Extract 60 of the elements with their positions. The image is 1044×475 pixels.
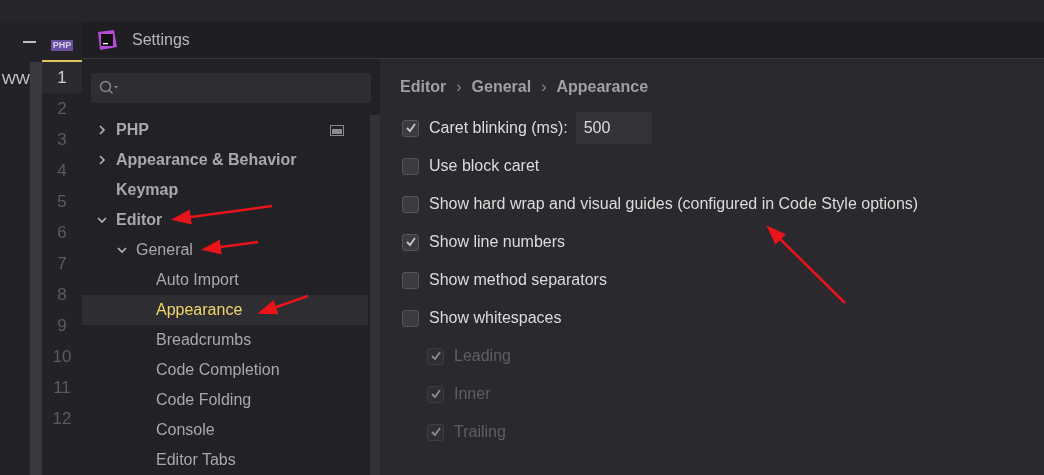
checkbox[interactable] [402, 233, 419, 251]
breadcrumb-separator: › [541, 77, 547, 97]
search-field[interactable] [91, 73, 371, 103]
tree-item[interactable]: Editor [82, 205, 368, 235]
line-number: 4 [56, 159, 68, 182]
search-icon [99, 80, 119, 96]
breadcrumb-separator: › [456, 77, 462, 97]
line-number: 11 [52, 376, 72, 399]
option-label: Show whitespaces [429, 308, 562, 328]
tree-item[interactable]: Code Folding [82, 385, 368, 415]
window-title: Settings [132, 30, 190, 50]
checkbox[interactable] [402, 157, 419, 175]
checkmark-icon [429, 350, 442, 362]
tree-item[interactable]: Auto Import [82, 265, 368, 295]
chevron-icon[interactable] [96, 154, 108, 166]
tree-item[interactable]: General [82, 235, 368, 265]
line-number: 12 [51, 407, 73, 430]
chevron-icon[interactable] [116, 244, 128, 256]
tree-item[interactable]: Keymap [82, 175, 368, 205]
tree-item[interactable]: Appearance [82, 295, 368, 325]
editor-text: WW [1, 69, 30, 89]
line-number: 3 [56, 128, 68, 151]
checkbox[interactable] [402, 309, 419, 327]
line-number: 2 [56, 97, 68, 120]
checkmark-icon [404, 122, 417, 134]
checkmark-icon [404, 236, 417, 248]
line-number: 5 [56, 190, 68, 213]
checkbox[interactable] [402, 271, 419, 289]
checkbox[interactable] [402, 119, 419, 137]
tree-item[interactable]: Editor Tabs [82, 445, 368, 475]
tree-item[interactable]: Console [82, 415, 368, 445]
app-logo-icon [96, 29, 118, 51]
breadcrumb-item[interactable]: Appearance [556, 75, 649, 99]
tree-item[interactable]: Appearance & Behavior [82, 145, 368, 175]
line-number: 8 [56, 283, 68, 306]
annotation-arrow [201, 239, 259, 255]
chevron-icon[interactable] [96, 214, 108, 226]
option-label: Show hard wrap and visual guides (configured in Code Style options) [429, 194, 919, 214]
line-number: 1 [42, 62, 82, 93]
option-label: Caret blinking (ms): [429, 118, 568, 138]
option-label: Use block caret [429, 156, 540, 176]
checkmark-icon [429, 388, 442, 400]
tree-item[interactable]: PHP [82, 115, 368, 145]
scrollbar[interactable] [30, 62, 42, 475]
chevron-icon[interactable] [96, 124, 108, 136]
line-number: 9 [56, 314, 68, 337]
checkbox[interactable] [402, 195, 419, 213]
option-label: Show method separators [429, 270, 607, 290]
annotation-arrow [257, 294, 309, 315]
line-number: 7 [56, 252, 68, 275]
breadcrumb-item[interactable]: General [471, 75, 532, 99]
option-label: Show line numbers [429, 232, 566, 252]
tree-item[interactable]: Code Completion [82, 355, 368, 385]
line-number: 6 [56, 221, 68, 244]
breadcrumb-item[interactable]: Editor [400, 75, 447, 99]
checkmark-icon [429, 426, 442, 438]
tree-item[interactable]: Breadcrumbs [82, 325, 368, 355]
number-field[interactable]: 500 [575, 112, 652, 144]
php-file-icon[interactable]: PHP [50, 39, 74, 51]
line-number: 10 [51, 345, 73, 368]
